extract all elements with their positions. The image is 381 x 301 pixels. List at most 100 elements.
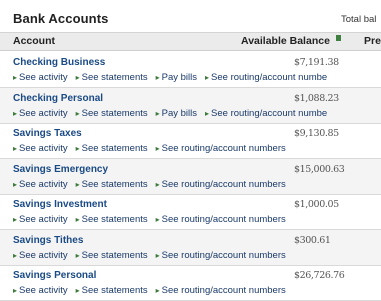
table-row: Savings Taxes $9,130.85 ▸ See activity ▸ See … [0,123,381,159]
action-link[interactable]: ▸ See activity [13,214,68,225]
action-link[interactable]: ▸ See activity [13,179,68,190]
account-actions: ▸ See activity ▸ See statements ▸ See routing… [13,143,294,154]
action-link-label: Pay bills [161,72,198,83]
action-link-label: Pay bills [161,108,198,119]
action-link-label: See activity [19,72,68,83]
action-link[interactable]: ▸ See routing/account numbe [205,72,327,83]
action-link-label: See statements [81,108,148,119]
action-link-label: See activity [19,285,68,296]
arrow-icon: ▸ [13,73,18,82]
sort-icon[interactable] [336,35,341,41]
action-link[interactable]: ▸ See activity [13,72,68,83]
account-name-link[interactable]: Savings Emergency [13,164,108,175]
action-link[interactable]: ▸ Pay bills [156,108,197,119]
account-name-link[interactable]: Savings Tithes [13,235,83,246]
table-header: Account Available Balance Pre [0,32,381,51]
account-name-link[interactable]: Checking Business [13,57,105,68]
action-link[interactable]: ▸ See statements [76,143,148,154]
arrow-icon: ▸ [155,286,160,295]
arrow-icon: ▸ [75,144,80,153]
action-link[interactable]: ▸ See routing/account numbers [156,285,286,296]
arrow-icon: ▸ [75,109,80,118]
account-name-link[interactable]: Checking Personal [13,93,103,104]
arrow-icon: ▸ [205,73,210,82]
account-name-link[interactable]: Savings Personal [13,270,96,281]
arrow-icon: ▸ [155,215,160,224]
action-link[interactable]: ▸ See statements [76,214,148,225]
arrow-icon: ▸ [75,215,80,224]
account-actions: ▸ See activity ▸ See statements ▸ See routing… [13,250,294,261]
arrow-icon: ▸ [155,180,160,189]
action-link-label: See activity [19,143,68,154]
action-link-label: See statements [81,285,148,296]
arrow-icon: ▸ [75,180,80,189]
arrow-icon: ▸ [13,180,18,189]
account-name-link[interactable]: Savings Taxes [13,128,82,139]
column-header-available-balance[interactable]: Available Balance [241,35,330,47]
column-header-account[interactable]: Account [13,35,55,47]
arrow-icon: ▸ [75,251,80,260]
action-link-label: See statements [81,250,148,261]
action-link-label: See routing/account numbers [161,143,286,154]
account-actions: ▸ See activity ▸ See statements ▸ See routing… [13,214,294,225]
action-link[interactable]: ▸ See statements [76,250,148,261]
column-header-pre[interactable]: Pre [364,35,381,47]
table-row: Savings Tithes $300.61 ▸ See activity ▸ See s… [0,230,381,266]
action-link-label: See routing/account numbers [161,285,286,296]
action-link-label: See statements [81,214,148,225]
available-balance: $26,726.76 [294,270,345,281]
action-link-label: See statements [81,72,148,83]
account-actions: ▸ See activity ▸ See statements ▸ See routing… [13,285,294,296]
table-row: Savings Investment $1,000.05 ▸ See activity… [0,194,381,230]
arrow-icon: ▸ [155,73,160,82]
action-link[interactable]: ▸ See statements [76,108,148,119]
action-link[interactable]: ▸ See routing/account numbers [156,250,286,261]
available-balance: $7,191.38 [294,57,339,68]
table-row: Checking Business $7,191.38 ▸ See activity ▸… [0,52,381,88]
action-link[interactable]: ▸ See activity [13,108,68,119]
account-actions: ▸ See activity ▸ See statements ▸ See routing… [13,179,294,190]
action-link-label: See statements [81,179,148,190]
available-balance: $300.61 [294,235,331,246]
table-row: Savings Emergency $15,000.63 ▸ See activity… [0,159,381,195]
account-name-link[interactable]: Savings Investment [13,199,107,210]
action-link-label: See activity [19,250,68,261]
arrow-icon: ▸ [13,215,18,224]
arrow-icon: ▸ [155,144,160,153]
arrow-icon: ▸ [13,251,18,260]
arrow-icon: ▸ [155,251,160,260]
action-link-label: See routing/account numbe [211,108,328,119]
arrow-icon: ▸ [75,286,80,295]
arrow-icon: ▸ [13,144,18,153]
table-row: Checking Personal $1,088.23 ▸ See activity ▸… [0,88,381,124]
action-link[interactable]: ▸ See activity [13,250,68,261]
action-link-label: See routing/account numbers [161,214,286,225]
arrow-icon: ▸ [13,109,18,118]
action-link[interactable]: ▸ See statements [76,72,148,83]
action-link[interactable]: ▸ See activity [13,285,68,296]
action-link-label: See routing/account numbe [211,72,328,83]
available-balance: $15,000.63 [294,164,345,175]
action-link-label: See activity [19,108,68,119]
available-balance: $9,130.85 [294,128,339,139]
action-link[interactable]: ▸ See routing/account numbe [205,108,327,119]
arrow-icon: ▸ [75,73,80,82]
account-actions: ▸ See activity ▸ See statements ▸ Pay bills ▸ S… [13,108,335,119]
table-row: Savings Personal $26,726.76 ▸ See activity ▸… [0,265,381,301]
action-link-label: See activity [19,179,68,190]
available-balance: $1,000.05 [294,199,339,210]
arrow-icon: ▸ [13,286,18,295]
action-link[interactable]: ▸ Pay bills [156,72,197,83]
available-balance: $1,088.23 [294,93,339,104]
action-link[interactable]: ▸ See routing/account numbers [156,179,286,190]
page-title: Bank Accounts [13,11,109,26]
account-actions: ▸ See activity ▸ See statements ▸ Pay bills ▸ S… [13,72,335,83]
action-link[interactable]: ▸ See statements [76,179,148,190]
action-link[interactable]: ▸ See routing/account numbers [156,143,286,154]
action-link-label: See statements [81,143,148,154]
action-link[interactable]: ▸ See statements [76,285,148,296]
action-link[interactable]: ▸ See activity [13,143,68,154]
top-bar: Bank Accounts Total bal [0,0,381,30]
action-link-label: See routing/account numbers [161,250,286,261]
action-link[interactable]: ▸ See routing/account numbers [156,214,286,225]
